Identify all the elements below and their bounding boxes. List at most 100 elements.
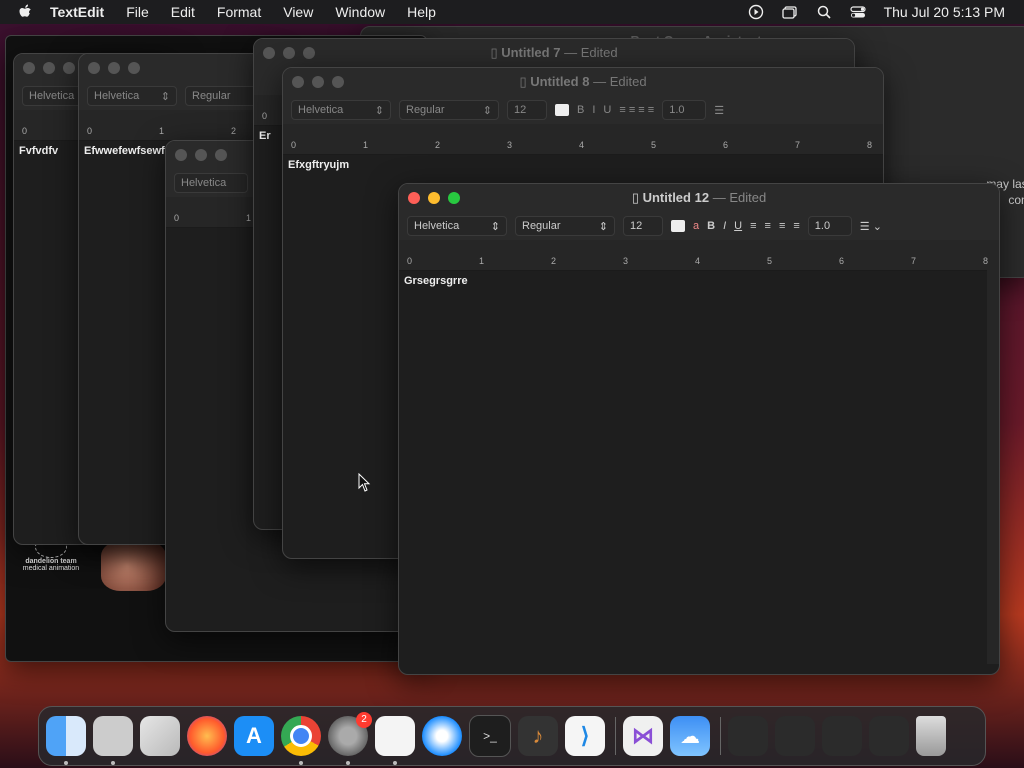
italic-button[interactable]: I xyxy=(592,104,595,116)
titlebar[interactable]: ▯ Untitled 12 — Edited xyxy=(399,184,999,212)
safari-icon[interactable] xyxy=(422,716,462,756)
ruler[interactable]: 0 1 2 3 4 5 6 7 8 xyxy=(399,240,999,271)
list-icon[interactable]: ☰ xyxy=(714,104,724,117)
bold-button[interactable]: B xyxy=(577,104,584,116)
close-button[interactable] xyxy=(88,62,100,74)
ruler-2: 2 xyxy=(551,256,557,266)
vscode-icon[interactable]: ⟩ xyxy=(565,716,605,756)
folder-stack-2-icon[interactable] xyxy=(775,716,815,756)
ruler[interactable]: 0 1 2 xyxy=(79,110,279,141)
garageband-icon[interactable]: ♪ xyxy=(518,716,558,756)
stage-manager-icon[interactable] xyxy=(781,4,798,20)
menu-view[interactable]: View xyxy=(283,4,313,20)
ruler-0: 0 xyxy=(407,256,413,266)
textedit-icon[interactable] xyxy=(375,716,415,765)
chrome-icon[interactable] xyxy=(281,716,321,765)
close-button[interactable] xyxy=(23,62,35,74)
document-text[interactable]: Grsegrsgrre xyxy=(399,271,999,291)
style-select[interactable]: Regular ⇕ xyxy=(399,100,499,120)
notification-badge: 2 xyxy=(356,712,372,728)
underline-button[interactable]: U xyxy=(603,104,611,116)
textedit-window-untitled-12[interactable]: ▯ Untitled 12 — Edited Helvetica ⇕ Regula… xyxy=(398,183,1000,675)
align-icons[interactable]: ≡ ≡ ≡ ≡ xyxy=(619,104,654,116)
spotlight-search-icon[interactable] xyxy=(816,4,832,20)
list-icon[interactable]: ☰ ⌄ xyxy=(860,220,882,233)
minimize-button[interactable] xyxy=(43,62,55,74)
ruler-8: 8 xyxy=(867,140,873,150)
font-select[interactable]: Helvetica ⇕ xyxy=(407,216,507,236)
chevron-updown-icon: ⇕ xyxy=(490,220,500,233)
finder-icon[interactable] xyxy=(46,716,86,765)
font-select[interactable]: Helvetica ⇕ xyxy=(291,100,391,120)
minimize-button[interactable] xyxy=(195,149,207,161)
justify-icon[interactable]: ≡ xyxy=(793,220,799,232)
font-label: Helvetica xyxy=(94,90,140,102)
font-select[interactable]: Helvetica xyxy=(174,173,248,193)
italic-button[interactable]: I xyxy=(723,220,726,232)
control-center-icon[interactable] xyxy=(849,4,866,20)
align-left-icon[interactable]: ≡ xyxy=(750,220,756,232)
document-icon: ▯ xyxy=(490,45,498,60)
desktop-image-blob xyxy=(101,541,166,591)
chevron-updown-icon: ⇕ xyxy=(374,104,384,117)
zoom-button[interactable] xyxy=(63,62,75,74)
size-select[interactable]: 12 xyxy=(623,216,663,236)
ruler-8: 8 xyxy=(983,256,989,266)
weather-icon[interactable]: ☁ xyxy=(670,716,710,756)
close-button[interactable] xyxy=(175,149,187,161)
menu-edit[interactable]: Edit xyxy=(171,4,195,20)
ruler-6: 6 xyxy=(723,140,729,150)
scrollbar[interactable] xyxy=(987,270,999,664)
ruler-0: 0 xyxy=(262,111,268,121)
titlebar[interactable]: ▯ Untitled 8 — Edited xyxy=(283,68,883,96)
apple-icon[interactable] xyxy=(18,4,34,20)
menu-file[interactable]: File xyxy=(126,4,149,20)
visual-studio-icon[interactable]: ⋈ xyxy=(623,716,663,756)
titlebar[interactable] xyxy=(79,54,279,82)
ruler-4: 4 xyxy=(579,140,585,150)
spacing-label: 1.0 xyxy=(669,104,685,116)
titlebar[interactable]: ▯ Untitled 7 — Edited xyxy=(254,39,854,67)
trash-icon[interactable] xyxy=(916,716,946,756)
mouse-pointer-icon xyxy=(358,473,371,492)
app-store-icon[interactable]: A xyxy=(234,716,274,756)
font-select[interactable]: Helvetica ⇕ xyxy=(87,86,177,106)
style-label: Regular xyxy=(522,220,561,232)
spacing-select[interactable]: 1.0 xyxy=(662,100,707,120)
menu-app-name[interactable]: TextEdit xyxy=(50,4,104,20)
style-select[interactable]: Regular ⇕ xyxy=(515,216,615,236)
align-center-icon[interactable]: ≡ xyxy=(765,220,771,232)
menu-window[interactable]: Window xyxy=(335,4,385,20)
folder-stack-3-icon[interactable] xyxy=(822,716,862,756)
firefox-icon[interactable] xyxy=(187,716,227,756)
text-color-swatch[interactable] xyxy=(671,220,685,232)
folder-stack-4-icon[interactable] xyxy=(869,716,909,756)
migration-assistant-icon[interactable] xyxy=(93,716,133,765)
menu-clock[interactable]: Thu Jul 20 5:13 PM xyxy=(884,4,1005,20)
terminal-icon[interactable]: >_ xyxy=(469,715,511,757)
style-select[interactable]: Regular xyxy=(185,86,259,106)
folder-stack-1-icon[interactable] xyxy=(728,716,768,756)
align-right-icon[interactable]: ≡ xyxy=(779,220,785,232)
running-indicator xyxy=(111,761,115,765)
document-text[interactable]: Efxgftryujm xyxy=(283,155,883,175)
menu-help[interactable]: Help xyxy=(407,4,436,20)
text-color-swatch[interactable] xyxy=(555,104,569,116)
font-label: Helvetica xyxy=(181,177,227,189)
screen-recording-icon[interactable] xyxy=(748,4,764,20)
ruler-1: 1 xyxy=(479,256,485,266)
ruler-2: 2 xyxy=(435,140,441,150)
underline-button[interactable]: U xyxy=(734,220,742,232)
bold-button[interactable]: B xyxy=(707,220,715,232)
zoom-button[interactable] xyxy=(215,149,227,161)
ruler[interactable]: 0 1 2 3 4 5 6 7 8 xyxy=(283,124,883,155)
ruler-6: 6 xyxy=(839,256,845,266)
spacing-select[interactable]: 1.0 xyxy=(807,216,852,236)
launchpad-icon[interactable] xyxy=(140,716,180,756)
zoom-button[interactable] xyxy=(128,62,140,74)
system-settings-icon[interactable]: 2 xyxy=(328,712,372,765)
minimize-button[interactable] xyxy=(108,62,120,74)
menu-format[interactable]: Format xyxy=(217,4,261,20)
size-select[interactable]: 12 xyxy=(507,100,547,120)
highlight-color-icon[interactable]: a xyxy=(693,220,699,232)
